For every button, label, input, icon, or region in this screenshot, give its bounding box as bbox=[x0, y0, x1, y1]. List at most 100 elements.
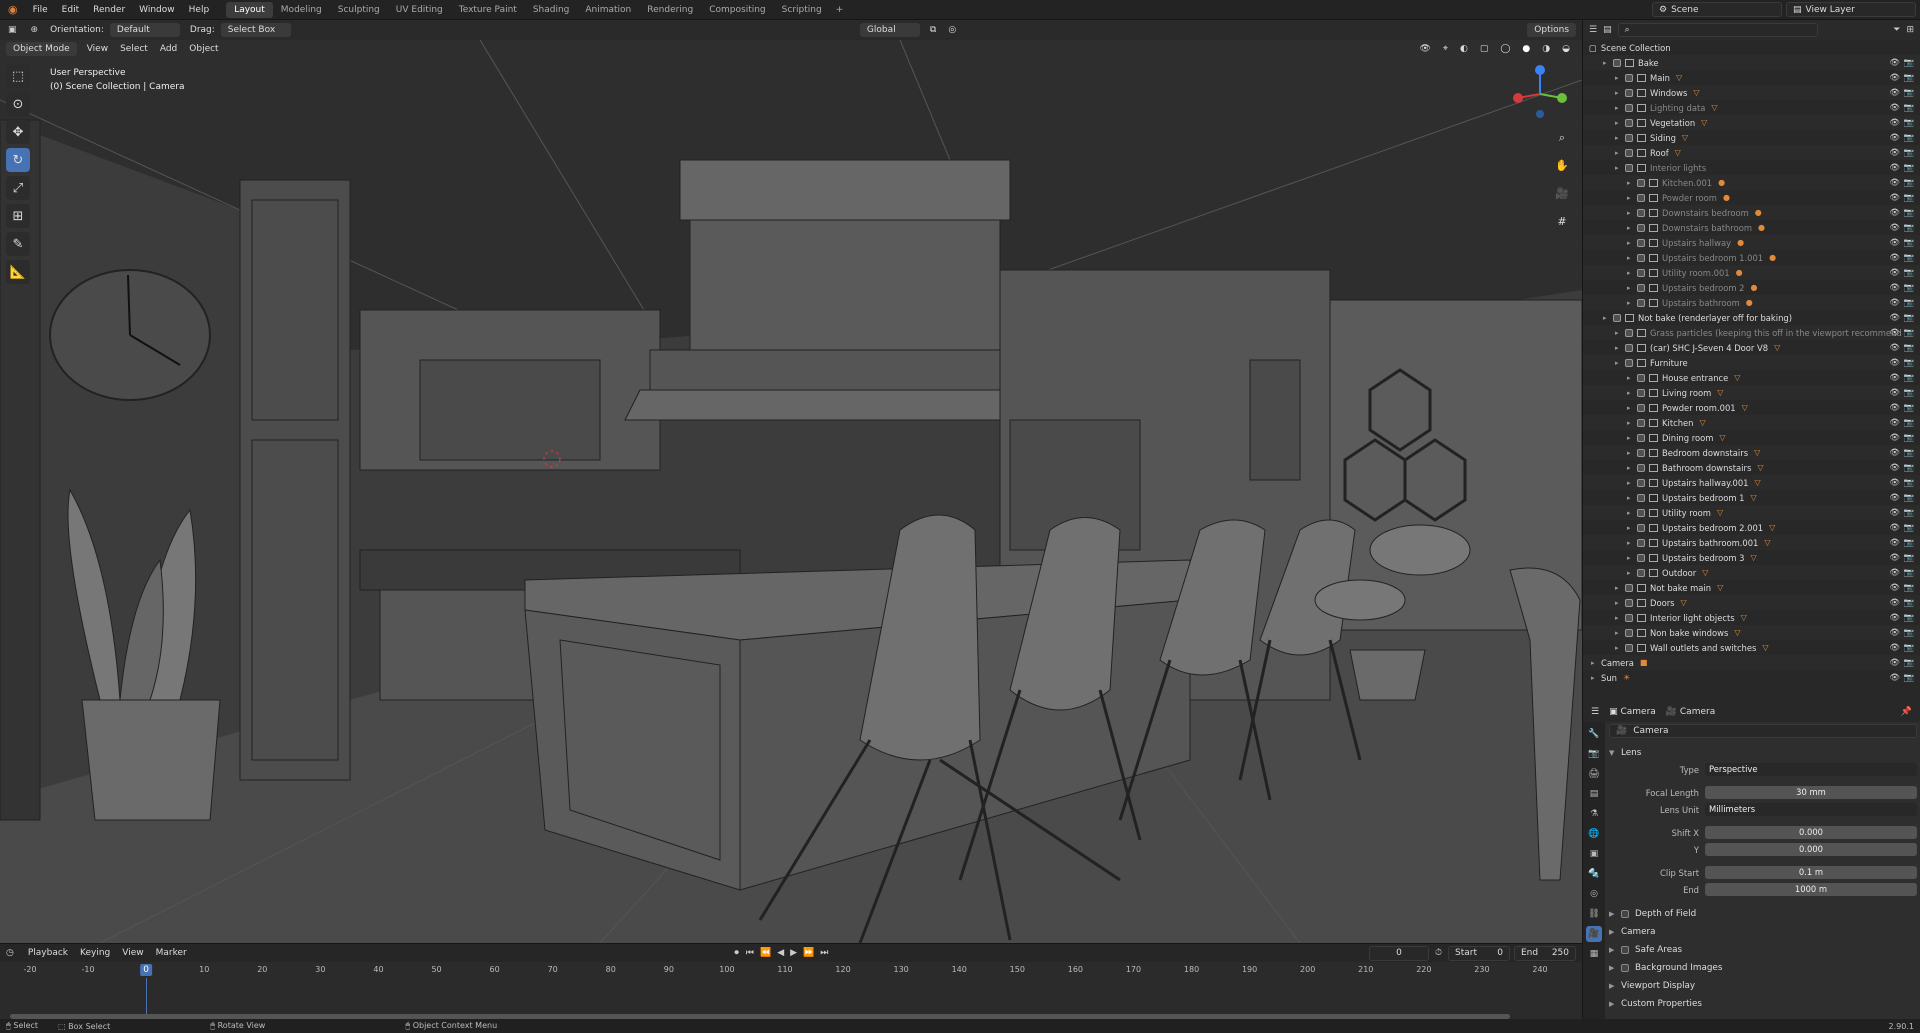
visibility-eye-icon[interactable]: 👁 bbox=[1889, 87, 1900, 98]
workspace-tab-animation[interactable]: Animation bbox=[577, 2, 639, 18]
exclude-checkbox[interactable] bbox=[1637, 268, 1645, 277]
visibility-eye-icon[interactable]: 👁 bbox=[1889, 612, 1900, 623]
outliner-row[interactable]: ▸ Wall outlets and switches ▽ 👁 📷 bbox=[1583, 640, 1920, 655]
visibility-eye-icon[interactable]: 👁 bbox=[1889, 582, 1900, 593]
render-camera-icon[interactable]: 📷 bbox=[1904, 87, 1914, 98]
outliner-row[interactable]: ▸ Upstairs bedroom 1 ▽ 👁 📷 bbox=[1583, 490, 1920, 505]
record-icon[interactable]: ⏺ bbox=[730, 948, 743, 958]
render-camera-icon[interactable]: 📷 bbox=[1904, 267, 1914, 278]
workspace-tab-uv-editing[interactable]: UV Editing bbox=[388, 2, 451, 18]
render-camera-icon[interactable]: 📷 bbox=[1904, 117, 1914, 128]
expand-arrow-icon[interactable]: ▸ bbox=[1627, 194, 1637, 202]
outliner-row[interactable]: ▸ Utility room.001 ● 👁 📷 bbox=[1583, 265, 1920, 280]
render-camera-icon[interactable]: 📷 bbox=[1904, 387, 1914, 398]
outliner-row[interactable]: ▸ Bathroom downstairs ▽ 👁 📷 bbox=[1583, 460, 1920, 475]
pan-hand-icon[interactable]: ✋ bbox=[1552, 156, 1572, 176]
render-camera-icon[interactable]: 📷 bbox=[1904, 72, 1914, 83]
stopwatch-icon[interactable]: ⏱ bbox=[1429, 948, 1448, 958]
exclude-checkbox[interactable] bbox=[1625, 628, 1633, 637]
expand-arrow-icon[interactable]: ▸ bbox=[1627, 254, 1637, 262]
expand-arrow-icon[interactable]: ▸ bbox=[1615, 614, 1625, 622]
prev-key-icon[interactable]: ⏪ bbox=[757, 948, 774, 958]
outliner-row[interactable]: ▸ Upstairs bathroom ● 👁 📷 bbox=[1583, 295, 1920, 310]
add-menu[interactable]: Add bbox=[154, 44, 183, 54]
visibility-eye-icon[interactable]: 👁 bbox=[1889, 552, 1900, 563]
visibility-eye-icon[interactable]: 👁 bbox=[1889, 657, 1900, 668]
outliner-row[interactable]: ▸ Powder room ● 👁 📷 bbox=[1583, 190, 1920, 205]
visibility-eye-icon[interactable]: 👁 bbox=[1889, 597, 1900, 608]
exclude-checkbox[interactable] bbox=[1625, 343, 1633, 352]
outliner-row[interactable]: ▸ Not bake (renderlayer off for baking) 👁 📷 bbox=[1583, 310, 1920, 325]
type-dropdown[interactable]: Perspective bbox=[1705, 763, 1917, 776]
section-checkbox[interactable] bbox=[1621, 910, 1629, 918]
visibility-icon[interactable]: 👁 bbox=[1413, 44, 1436, 54]
visibility-eye-icon[interactable]: 👁 bbox=[1889, 627, 1900, 638]
outliner-row[interactable]: ▸ Powder room.001 ▽ 👁 📷 bbox=[1583, 400, 1920, 415]
render-camera-icon[interactable]: 📷 bbox=[1904, 177, 1914, 188]
constraints-tab-icon[interactable]: ⛓ bbox=[1586, 906, 1602, 922]
expand-arrow-icon[interactable]: ▸ bbox=[1615, 599, 1625, 607]
outliner-row[interactable]: ▸ (car) SHC J-Seven 4 Door V8 ▽ 👁 📷 bbox=[1583, 340, 1920, 355]
outliner-row[interactable]: ▸ Camera ■ 👁 📷 bbox=[1583, 655, 1920, 670]
transform-pivot-icon[interactable]: ⊕ bbox=[25, 25, 45, 35]
visibility-eye-icon[interactable]: 👁 bbox=[1889, 252, 1900, 263]
scene-tab-icon[interactable]: ⚗ bbox=[1586, 806, 1602, 822]
expand-arrow-icon[interactable]: ▸ bbox=[1627, 374, 1637, 382]
view-layer-field[interactable]: ▤ View Layer bbox=[1786, 2, 1916, 17]
exclude-checkbox[interactable] bbox=[1637, 193, 1645, 202]
section-header[interactable]: ▶ Background Images bbox=[1609, 959, 1917, 977]
visibility-eye-icon[interactable]: 👁 bbox=[1889, 537, 1900, 548]
new-collection-icon[interactable]: ⊞ bbox=[1906, 25, 1914, 35]
expand-arrow-icon[interactable]: ▸ bbox=[1603, 314, 1613, 322]
exclude-checkbox[interactable] bbox=[1637, 508, 1645, 517]
add-workspace-icon[interactable]: + bbox=[830, 5, 850, 15]
expand-arrow-icon[interactable]: ▸ bbox=[1627, 404, 1637, 412]
expand-arrow-icon[interactable]: ▸ bbox=[1615, 149, 1625, 157]
shading-rendered-icon[interactable]: ◒ bbox=[1556, 44, 1576, 54]
navigation-gizmo[interactable] bbox=[1510, 64, 1570, 124]
filter-icon[interactable]: ⏷ bbox=[1893, 25, 1900, 35]
render-camera-icon[interactable]: 📷 bbox=[1904, 567, 1914, 578]
visibility-eye-icon[interactable]: 👁 bbox=[1889, 207, 1900, 218]
outliner-row[interactable]: ▸ Upstairs bedroom 3 ▽ 👁 📷 bbox=[1583, 550, 1920, 565]
workspace-tab-rendering[interactable]: Rendering bbox=[639, 2, 701, 18]
editor-type-icon[interactable]: ▣ bbox=[0, 25, 25, 35]
focal-length-field[interactable]: 30 mm bbox=[1705, 786, 1917, 799]
expand-arrow-icon[interactable]: ▸ bbox=[1615, 344, 1625, 352]
exclude-checkbox[interactable] bbox=[1613, 313, 1621, 322]
visibility-eye-icon[interactable]: 👁 bbox=[1889, 132, 1900, 143]
outliner-row[interactable]: ▸ Non bake windows ▽ 👁 📷 bbox=[1583, 625, 1920, 640]
exclude-checkbox[interactable] bbox=[1637, 448, 1645, 457]
grid-view-icon[interactable]: # bbox=[1552, 212, 1572, 232]
exclude-checkbox[interactable] bbox=[1637, 298, 1645, 307]
expand-arrow-icon[interactable]: ▸ bbox=[1627, 539, 1637, 547]
workspace-tab-sculpting[interactable]: Sculpting bbox=[330, 2, 388, 18]
outliner-row[interactable]: ▸ Main ▽ 👁 📷 bbox=[1583, 70, 1920, 85]
outliner-row[interactable]: ▸ Bake 👁 📷 bbox=[1583, 55, 1920, 70]
visibility-eye-icon[interactable]: 👁 bbox=[1889, 447, 1900, 458]
expand-arrow-icon[interactable]: ▸ bbox=[1615, 329, 1625, 337]
gizmo-icon[interactable]: ⌖ bbox=[1437, 44, 1454, 54]
section-header[interactable]: ▶ Viewport Display bbox=[1609, 977, 1917, 995]
outliner-row[interactable]: ▸ Upstairs bathroom.001 ▽ 👁 📷 bbox=[1583, 535, 1920, 550]
outliner-row[interactable]: ▸ House entrance ▽ 👁 📷 bbox=[1583, 370, 1920, 385]
exclude-checkbox[interactable] bbox=[1637, 403, 1645, 412]
playhead-line[interactable] bbox=[146, 978, 148, 1018]
pin-icon[interactable]: 📌 bbox=[1901, 707, 1912, 717]
visibility-eye-icon[interactable]: 👁 bbox=[1889, 522, 1900, 533]
render-camera-icon[interactable]: 📷 bbox=[1904, 612, 1914, 623]
exclude-checkbox[interactable] bbox=[1625, 598, 1633, 607]
camera-datablock-field[interactable]: 🎥 Camera bbox=[1609, 724, 1917, 738]
playback-menu[interactable]: Playback bbox=[22, 948, 74, 958]
outliner-row[interactable]: ▸ Upstairs bedroom 2 ● 👁 📷 bbox=[1583, 280, 1920, 295]
visibility-eye-icon[interactable]: 👁 bbox=[1889, 417, 1900, 428]
expand-arrow-icon[interactable]: ▸ bbox=[1591, 674, 1601, 682]
shading-material-icon[interactable]: ◑ bbox=[1536, 44, 1556, 54]
outliner-row[interactable]: ▸ Vegetation ▽ 👁 📷 bbox=[1583, 115, 1920, 130]
outliner-row[interactable]: ▸ Upstairs bedroom 1.001 ● 👁 📷 bbox=[1583, 250, 1920, 265]
expand-arrow-icon[interactable]: ▸ bbox=[1627, 524, 1637, 532]
zoom-icon[interactable]: ⌕ bbox=[1552, 128, 1572, 148]
exclude-checkbox[interactable] bbox=[1625, 583, 1633, 592]
physics-tab-icon[interactable]: ◎ bbox=[1586, 886, 1602, 902]
visibility-eye-icon[interactable]: 👁 bbox=[1889, 402, 1900, 413]
